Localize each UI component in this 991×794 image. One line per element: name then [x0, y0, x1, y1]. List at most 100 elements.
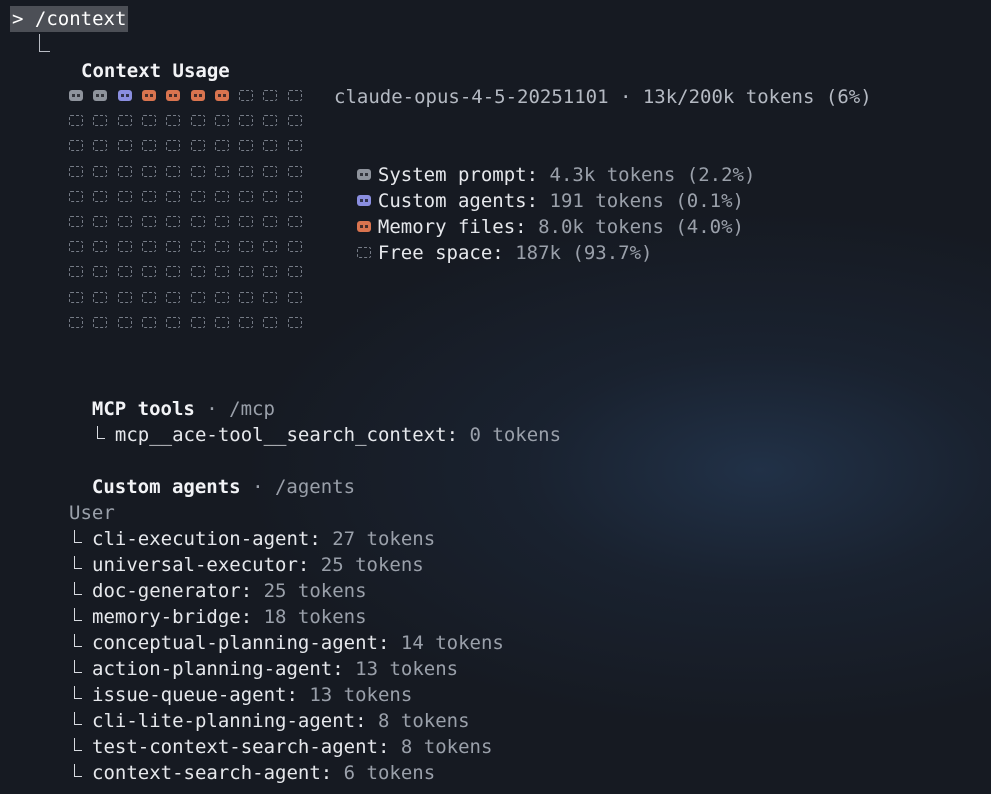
free-space-cell [93, 291, 108, 303]
agent-tokens: 18 tokens [263, 606, 367, 628]
agent-tokens: 8 tokens [400, 736, 493, 758]
mcp-tool-name: mcp__ace-tool__search_context: [114, 424, 459, 446]
legend-value: 187k (93.7%) [515, 242, 653, 264]
free-space-cell [214, 316, 229, 328]
free-space-cell [190, 241, 205, 253]
system-prompt-cell [93, 90, 108, 101]
agent-name: memory-bridge: [92, 606, 253, 628]
mcp-tools-heading: MCP tools · /mcp [69, 370, 275, 420]
free-space-cell [263, 241, 278, 253]
agent-name: context-search-agent: [92, 762, 333, 784]
free-space-cell [190, 190, 205, 202]
agent-list-item: doc-generator: 25 tokens [74, 578, 367, 604]
custom-agents-title: Custom agents [91, 476, 241, 498]
tree-branch-icon [74, 764, 82, 777]
free-space-cell [166, 140, 181, 152]
agent-tokens: 14 tokens [400, 632, 504, 654]
free-space-cell [117, 165, 132, 177]
free-space-cell [141, 216, 156, 227]
agent-list-item: conceptual-planning-agent: 14 tokens [74, 630, 504, 656]
free-space-cell [141, 266, 156, 278]
free-space-cell [141, 165, 156, 177]
agent-group-label: User [69, 502, 115, 524]
agent-list-item: universal-executor: 25 tokens [74, 552, 424, 578]
free-space-cell [214, 165, 229, 177]
free-space-cell [214, 140, 229, 152]
memory-files-cell [214, 90, 229, 101]
free-space-cell [214, 266, 229, 278]
free-space-cell [287, 291, 302, 303]
agent-name: test-context-search-agent: [92, 736, 390, 758]
free-space-cell [166, 241, 181, 253]
model-token-summary: claude-opus-4-5-20251101 · 13k/200k toke… [334, 86, 872, 108]
free-space-cell [141, 241, 156, 253]
tree-branch-icon [74, 738, 82, 751]
free-space-cell [263, 266, 278, 278]
tree-branch-icon [74, 686, 82, 699]
free-space-cell [214, 190, 229, 202]
free-space-cell [190, 140, 205, 152]
agent-name: cli-lite-planning-agent: [92, 710, 367, 732]
free-space-cell [141, 316, 156, 328]
free-space-cell [214, 216, 229, 227]
free-space-cell [166, 216, 181, 227]
free-space-cell [141, 115, 156, 127]
free-space-cell [190, 266, 205, 278]
free-space-cell [263, 90, 278, 101]
free-space-cell [239, 266, 254, 278]
free-space-cell [263, 216, 278, 227]
free-space-cell [166, 291, 181, 303]
free-space-cell [93, 216, 108, 227]
free-space-cell [190, 316, 205, 328]
free-space-cell [214, 291, 229, 303]
free-space-cell [141, 140, 156, 152]
agent-list-item: memory-bridge: 18 tokens [74, 604, 367, 630]
free-space-cell [93, 316, 108, 328]
free-space-icon [356, 247, 371, 258]
free-space-cell [93, 165, 108, 177]
free-space-cell [117, 216, 132, 227]
free-space-cell [239, 291, 254, 303]
free-space-cell [214, 115, 229, 127]
legend-system-prompt: System prompt: 4.3k tokens (2.2%) [334, 136, 755, 186]
legend-memory-files: Memory files: 8.0k tokens (4.0%) [334, 188, 744, 238]
free-space-cell [239, 316, 254, 328]
free-space-cell [117, 190, 132, 202]
memory-files-cell [141, 90, 156, 101]
agent-name: doc-generator: [92, 580, 253, 602]
free-space-cell [69, 241, 83, 253]
free-space-cell [239, 190, 254, 202]
legend-free-space: Free space: 187k (93.7%) [334, 214, 652, 264]
free-space-cell [117, 115, 132, 127]
free-space-cell [287, 241, 302, 253]
free-space-cell [166, 165, 181, 177]
free-space-cell [190, 291, 205, 303]
custom-agents-heading: Custom agents · /agents [69, 448, 355, 498]
agent-name: conceptual-planning-agent: [92, 632, 390, 654]
free-space-cell [69, 140, 83, 152]
context-usage-title: Context Usage [81, 60, 230, 82]
agent-tokens: 27 tokens [332, 528, 436, 550]
free-space-cell [239, 140, 254, 152]
free-space-cell [166, 316, 181, 328]
free-space-cell [69, 190, 83, 202]
agent-tokens: 25 tokens [263, 580, 367, 602]
free-space-cell [166, 115, 181, 127]
system-prompt-cell [69, 90, 83, 101]
free-space-cell [166, 190, 181, 202]
memory-files-cell [190, 90, 205, 101]
free-space-cell [190, 216, 205, 227]
agent-tokens: 13 tokens [309, 684, 413, 706]
free-space-cell [287, 90, 302, 101]
agent-tokens: 13 tokens [355, 658, 459, 680]
free-space-cell [117, 316, 132, 328]
mcp-tool-tokens: 0 tokens [469, 424, 562, 446]
free-space-cell [287, 165, 302, 177]
agent-list-item: test-context-search-agent: 8 tokens [74, 734, 492, 760]
tree-branch-icon [74, 530, 82, 543]
free-space-cell [263, 190, 278, 202]
free-space-cell [93, 115, 108, 127]
tree-branch-icon [74, 712, 82, 725]
tree-branch-icon [74, 660, 82, 673]
free-space-cell [69, 216, 83, 227]
